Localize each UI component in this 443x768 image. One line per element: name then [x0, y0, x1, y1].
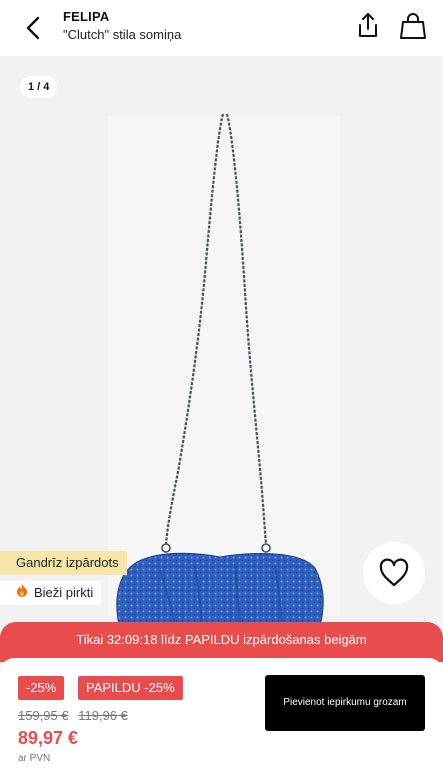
fire-icon — [16, 581, 30, 605]
top-bar: FELIPA "Clutch" stila somiņa — [0, 0, 443, 56]
old-prices: 159,95 € 119,96 € — [18, 708, 134, 723]
product-title: "Clutch" stila somiņa — [63, 27, 182, 42]
purchase-panel: -25% PAPILDU -25% 159,95 € 119,96 € 89,9… — [0, 658, 443, 768]
heart-icon — [379, 558, 409, 587]
sale-countdown-banner: Tikai 32:09:18 līdz PAPILDU izpārdošanas… — [0, 622, 443, 662]
vat-note: ar PVN — [18, 753, 51, 764]
product-image[interactable] — [100, 112, 350, 622]
add-to-cart-button[interactable]: Pievienot iepirkumu grozam — [265, 675, 425, 731]
back-arrow-icon[interactable] — [18, 12, 50, 44]
frequently-bought-label: Bieži pirkti — [34, 585, 94, 600]
final-price: 89,97 € — [18, 728, 79, 748]
almost-sold-out-badge: Gandrīz izpārdots — [0, 551, 127, 575]
shopping-bag-icon[interactable] — [398, 11, 428, 41]
product-gallery[interactable]: 1 / 4 Gandrīz izpārdots Bieži pirkti — [0, 56, 443, 622]
brand-name: FELIPA — [63, 9, 110, 24]
wishlist-button[interactable] — [363, 542, 425, 604]
discounted-price: 119,96 € — [78, 708, 128, 723]
discount-tag: -25% — [18, 676, 65, 700]
share-icon[interactable] — [354, 11, 382, 41]
extra-discount-tag: PAPILDU -25% — [78, 676, 183, 700]
image-counter: 1 / 4 — [20, 76, 58, 98]
frequently-bought-badge: Bieži pirkti — [0, 581, 102, 605]
original-price: 159,95 € — [18, 708, 69, 723]
